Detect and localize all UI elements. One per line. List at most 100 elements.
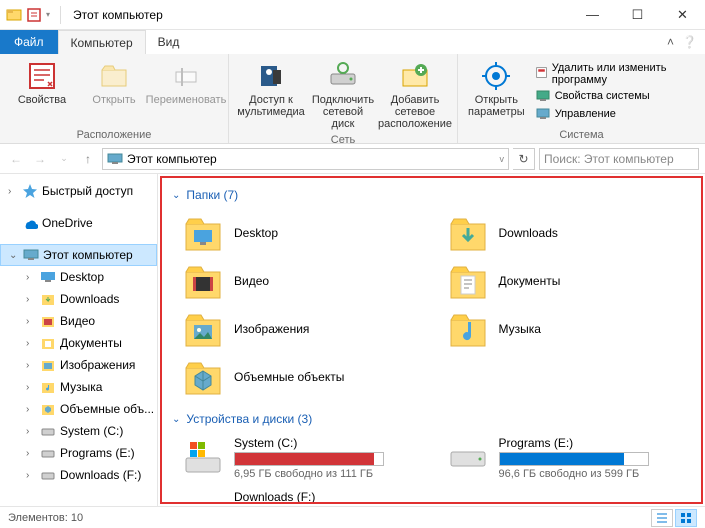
drive-usage-bar bbox=[499, 452, 649, 466]
window-controls: — ☐ ✕ bbox=[570, 0, 705, 30]
drive-icon bbox=[182, 490, 224, 502]
ribbon-tabs: Файл Компьютер Вид ˄ ❔ bbox=[0, 30, 705, 54]
tab-view[interactable]: Вид bbox=[146, 30, 192, 54]
ribbon-group-location: Свойства Открыть Переименовать Расположе… bbox=[0, 54, 229, 143]
folder-label: Музыка bbox=[499, 322, 541, 336]
address-text: Этот компьютер bbox=[127, 152, 217, 166]
status-bar: Элементов: 10 bbox=[0, 506, 705, 528]
search-box[interactable]: Поиск: Этот компьютер bbox=[539, 148, 699, 170]
drive-item[interactable]: System (C:) 6,95 ГБ свободно из 111 ГБ bbox=[182, 436, 427, 480]
drive-name: Programs (E:) bbox=[499, 436, 692, 450]
title-bar: ▾ Этот компьютер — ☐ ✕ bbox=[0, 0, 705, 30]
view-large-icons-button[interactable] bbox=[675, 509, 697, 527]
sidebar-item-onedrive[interactable]: OneDrive bbox=[0, 212, 157, 234]
add-network-location-button[interactable]: Добавить сетевое расположение bbox=[381, 58, 449, 132]
folder-item-pictures[interactable]: Изображения bbox=[182, 308, 427, 350]
downloads-folder-icon bbox=[447, 212, 489, 254]
properties-button[interactable]: Свойства bbox=[8, 58, 76, 108]
quick-access-toolbar: ▾ bbox=[0, 7, 56, 23]
pictures-folder-icon bbox=[182, 308, 224, 350]
drive-icon bbox=[182, 436, 224, 478]
drive-icon bbox=[447, 436, 489, 478]
minimize-button[interactable]: — bbox=[570, 0, 615, 30]
drives-group-header[interactable]: ⌄ Устройства и диски (3) bbox=[172, 408, 691, 430]
open-button: Открыть bbox=[80, 58, 148, 108]
media-access-button[interactable]: Доступ к мультимедиа bbox=[237, 58, 305, 120]
up-button[interactable]: ↑ bbox=[78, 149, 98, 169]
music-folder-icon bbox=[447, 308, 489, 350]
sidebar-item-documents[interactable]: ›Документы bbox=[0, 332, 157, 354]
sidebar-item-quick-access[interactable]: › Быстрый доступ bbox=[0, 180, 157, 202]
recent-locations-button[interactable]: ⌄ bbox=[54, 149, 74, 169]
folder-item-music[interactable]: Музыка bbox=[447, 308, 692, 350]
close-button[interactable]: ✕ bbox=[660, 0, 705, 30]
main-area: › Быстрый доступ OneDrive ⌄ Этот компьют… bbox=[0, 174, 705, 506]
sidebar-item-downloads-f[interactable]: ›Downloads (F:) bbox=[0, 464, 157, 486]
content-scroll[interactable]: ⌄ Папки (7) Desktop Downloads Видео Докумен… bbox=[162, 178, 701, 502]
drive-item[interactable]: Downloads (F:) bbox=[182, 490, 427, 502]
address-path[interactable]: Этот компьютер v bbox=[102, 148, 509, 170]
chevron-down-icon[interactable]: ⌄ bbox=[9, 250, 19, 261]
forward-button: → bbox=[30, 149, 50, 169]
qat-dropdown-icon[interactable]: ▾ bbox=[46, 10, 50, 19]
properties-qat-icon[interactable] bbox=[26, 7, 42, 23]
system-properties-button[interactable]: Свойства системы bbox=[535, 88, 693, 104]
folder-label: Видео bbox=[234, 274, 269, 288]
sidebar-item-pictures[interactable]: ›Изображения bbox=[0, 354, 157, 376]
sidebar-item-system-c[interactable]: ›System (C:) bbox=[0, 420, 157, 442]
desktop-folder-icon bbox=[182, 212, 224, 254]
sidebar-item-downloads[interactable]: ›Downloads bbox=[0, 288, 157, 310]
folder-item-documents[interactable]: Документы bbox=[447, 260, 692, 302]
folder-label: Объемные объекты bbox=[234, 370, 344, 384]
sidebar-item-videos[interactable]: ›Видео bbox=[0, 310, 157, 332]
rename-button: Переименовать bbox=[152, 58, 220, 108]
drive-free-text: 96,6 ГБ свободно из 599 ГБ bbox=[499, 468, 692, 480]
window-title: Этот компьютер bbox=[65, 8, 570, 22]
ribbon: Свойства Открыть Переименовать Расположе… bbox=[0, 54, 705, 144]
sidebar-item-music[interactable]: ›Музыка bbox=[0, 376, 157, 398]
drive-free-text: 6,95 ГБ свободно из 111 ГБ bbox=[234, 468, 427, 480]
address-bar: ← → ⌄ ↑ Этот компьютер v ↻ Поиск: Этот к… bbox=[0, 144, 705, 174]
drive-usage-bar bbox=[234, 452, 384, 466]
view-details-button[interactable] bbox=[651, 509, 673, 527]
back-button: ← bbox=[6, 149, 26, 169]
item-count: Элементов: 10 bbox=[8, 512, 83, 524]
open-settings-button[interactable]: Открыть параметры bbox=[466, 58, 527, 120]
sidebar-item-3d-objects[interactable]: ›Объемные объ... bbox=[0, 398, 157, 420]
navigation-pane: › Быстрый доступ OneDrive ⌄ Этот компьют… bbox=[0, 174, 158, 506]
manage-button[interactable]: Управление bbox=[535, 106, 693, 122]
ribbon-collapse-icon[interactable]: ˄ bbox=[667, 35, 674, 49]
folder-item-desktop[interactable]: Desktop bbox=[182, 212, 427, 254]
folder-item-downloads[interactable]: Downloads bbox=[447, 212, 692, 254]
help-icon[interactable]: ❔ bbox=[682, 35, 697, 49]
refresh-button[interactable]: ↻ bbox=[513, 148, 535, 170]
ribbon-group-system: Открыть параметры Удалить или изменить п… bbox=[458, 54, 705, 143]
sidebar-item-desktop[interactable]: ›Desktop bbox=[0, 266, 157, 288]
objects3d-folder-icon bbox=[182, 356, 224, 398]
folder-label: Изображения bbox=[234, 322, 309, 336]
maximize-button[interactable]: ☐ bbox=[615, 0, 660, 30]
videos-folder-icon bbox=[182, 260, 224, 302]
folder-label: Desktop bbox=[234, 226, 278, 240]
folder-item-objects3d[interactable]: Объемные объекты bbox=[182, 356, 427, 398]
content-pane: ⌄ Папки (7) Desktop Downloads Видео Докумен… bbox=[158, 174, 705, 506]
ribbon-help-area: ˄ ❔ bbox=[659, 30, 705, 54]
folders-group-header[interactable]: ⌄ Папки (7) bbox=[172, 184, 691, 206]
tab-computer[interactable]: Компьютер bbox=[58, 30, 146, 54]
folder-label: Downloads bbox=[499, 226, 558, 240]
chevron-right-icon[interactable]: › bbox=[8, 186, 18, 197]
uninstall-program-button[interactable]: Удалить или изменить программу bbox=[535, 62, 693, 86]
chevron-down-icon: ⌄ bbox=[172, 414, 180, 425]
drive-name: Downloads (F:) bbox=[234, 490, 427, 502]
chevron-down-icon[interactable]: v bbox=[500, 154, 505, 164]
tab-file[interactable]: Файл bbox=[0, 30, 58, 54]
drive-item[interactable]: Programs (E:) 96,6 ГБ свободно из 599 ГБ bbox=[447, 436, 692, 480]
folder-item-videos[interactable]: Видео bbox=[182, 260, 427, 302]
ribbon-group-network: Доступ к мультимедиа Подключить сетевой … bbox=[229, 54, 458, 143]
map-drive-button[interactable]: Подключить сетевой диск bbox=[309, 58, 377, 132]
drive-name: System (C:) bbox=[234, 436, 427, 450]
sidebar-item-this-pc[interactable]: ⌄ Этот компьютер bbox=[0, 244, 157, 266]
sidebar-item-programs-e[interactable]: ›Programs (E:) bbox=[0, 442, 157, 464]
folder-label: Документы bbox=[499, 274, 561, 288]
this-pc-icon bbox=[107, 151, 123, 167]
